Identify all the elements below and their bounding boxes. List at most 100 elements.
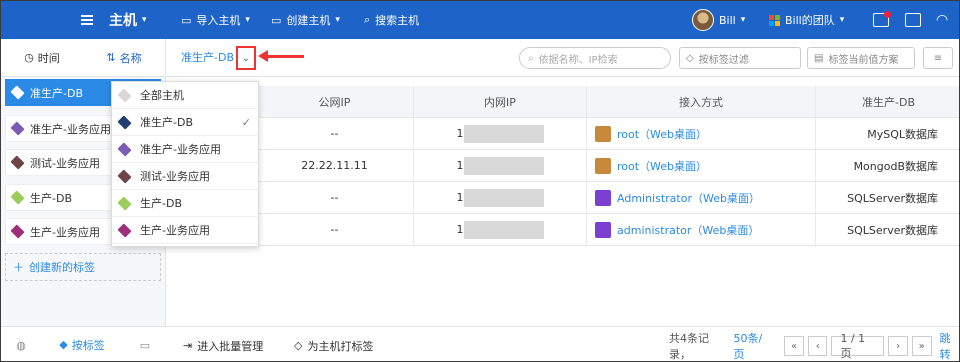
access-method-header: 接入方式	[587, 86, 816, 117]
tag-host-button[interactable]: ◇ 为主机打标签	[294, 327, 374, 361]
dropdown-item[interactable]: 测试-业务应用	[112, 163, 258, 190]
prev-page-button[interactable]: ‹	[807, 336, 828, 356]
tag-host-label: 为主机打标签	[307, 339, 374, 353]
tag-icon	[10, 121, 25, 136]
access-method-cell[interactable]: root（Web桌面）	[587, 118, 816, 149]
user-name: Bill	[719, 13, 736, 27]
import-host-label: 导入主机	[196, 14, 241, 27]
tag-filter-select[interactable]: ◇ 按标签过滤	[679, 47, 801, 69]
table-icon: ▤	[814, 52, 824, 64]
top-navigation-bar: 主机 ▾ ▭ 导入主机 ▾ ▭ 创建主机 ▾ ⌕ 搜索主机 Bill ▾ Bil…	[1, 1, 959, 39]
last-page-button[interactable]: »	[911, 336, 932, 356]
access-method-cell[interactable]: Administrator（Web桌面）	[587, 182, 816, 213]
current-tag-filter[interactable]: 准生产-DB	[181, 49, 234, 65]
sort-by-name[interactable]: ⇅ 名称	[83, 39, 165, 76]
tab-globe[interactable]: ◍	[1, 327, 41, 361]
redacted-area	[463, 156, 544, 175]
access-method-cell[interactable]: administrator（Web桌面）	[587, 214, 816, 245]
create-new-tag-label: 创建新的标签	[29, 261, 95, 274]
public-ip-cell: --	[256, 214, 414, 245]
clock-icon: ◷	[24, 51, 34, 64]
create-host-label: 创建主机	[286, 14, 331, 27]
sort-bar: ◷ 时间 ⇅ 名称	[1, 39, 165, 77]
column-settings-button[interactable]: ≡	[923, 47, 953, 69]
dropdown-item-label: 准生产-业务应用	[140, 143, 221, 156]
sidebar-tag-label: 生产-DB	[30, 191, 72, 205]
check-icon: ✓	[241, 115, 251, 129]
redacted-area	[463, 188, 544, 207]
table-row[interactable]: -- 1 Administrator（Web桌面） SQLServer数据库	[166, 182, 959, 214]
dropdown-item[interactable]: 准生产-业务应用	[112, 136, 258, 163]
tasks-button[interactable]	[905, 1, 921, 39]
team-menu[interactable]: Bill的团队 ▾	[769, 1, 844, 39]
access-label: administrator（Web桌面）	[617, 223, 760, 237]
tag-icon	[117, 222, 132, 238]
table-row[interactable]: 22.22.11.11 1 root（Web桌面） MongodB数据库	[166, 150, 959, 182]
brand-title[interactable]: 主机 ▾	[109, 1, 147, 39]
tag-icon	[10, 224, 25, 239]
support-button[interactable]: ◠	[936, 1, 948, 39]
tag-value-header: 准生产-DB	[862, 95, 915, 109]
access-label: Administrator（Web桌面）	[617, 191, 760, 205]
tab-by-tag-label: 按标签	[71, 338, 105, 352]
sidebar-tag-label: 准生产-业务应用	[30, 122, 111, 136]
menu-button[interactable]	[81, 1, 93, 39]
dropdown-item[interactable]: 准生产-DB ✓	[112, 109, 258, 136]
tag-scheme-select[interactable]: ▤ 标签当前值方案	[807, 47, 915, 69]
record-count: 共4条记录，	[669, 332, 709, 361]
sidebar-tag-label: 生产-业务应用	[30, 225, 100, 239]
team-name: Bill的团队	[785, 14, 835, 27]
dropdown-item[interactable]: 生产-DB	[112, 190, 258, 217]
dropdown-item-label: 测试-业务应用	[140, 170, 210, 183]
access-link[interactable]: Administrator（Web桌面）	[595, 189, 760, 206]
chevron-down-icon: ⌄	[241, 52, 251, 64]
tag-filter-placeholder: 按标签过滤	[698, 54, 749, 66]
monitor-plus-icon: ▭	[271, 13, 282, 27]
dropdown-item-label: 准生产-DB	[140, 116, 193, 129]
avatar	[692, 9, 714, 31]
create-host-button[interactable]: ▭ 创建主机 ▾	[271, 1, 340, 39]
search-host-button[interactable]: ⌕ 搜索主机	[364, 1, 419, 39]
dropdown-item[interactable]: 生产-业务应用	[112, 217, 258, 244]
tag-icon	[10, 155, 25, 170]
web-desktop-icon	[595, 189, 611, 206]
access-link[interactable]: administrator（Web桌面）	[595, 221, 760, 238]
next-page-button[interactable]: ›	[888, 336, 908, 356]
double-chevron-right-icon: »	[918, 340, 925, 352]
search-input[interactable]: ⌕ 依据名称、IP检索	[519, 47, 671, 69]
page-size-select[interactable]: 50条/页	[734, 330, 773, 361]
access-method-cell[interactable]: root（Web桌面）	[587, 150, 816, 181]
access-link[interactable]: root（Web桌面）	[595, 157, 707, 174]
dropdown-item-label: 生产-DB	[140, 197, 182, 210]
sort-by-time[interactable]: ◷ 时间	[1, 39, 83, 76]
tab-by-tag[interactable]: ◆ 按标签	[41, 327, 123, 361]
table-row[interactable]: -- 1 administrator（Web桌面） SQLServer数据库	[166, 214, 959, 246]
tag-icon	[117, 141, 132, 157]
create-new-tag-button[interactable]: ＋ 创建新的标签	[5, 253, 161, 281]
sidebar-tag-label: 测试-业务应用	[30, 156, 100, 170]
page-indicator[interactable]: 1 / 1页	[831, 332, 885, 360]
batch-manage-label: 进入批量管理	[197, 339, 264, 353]
tag-icon	[117, 195, 132, 211]
host-toolbar: 准生产-DB ⌄ ⌕ 依据名称、IP检索 ◇ 按标签过滤 ▤ 标签当前值方案 ≡	[166, 39, 959, 77]
sidebar-tag-label: 准生产-DB	[30, 86, 83, 100]
chevron-down-icon: ▾	[142, 15, 147, 25]
host-table: ↑ 公网IP 内网IP 接入方式 准生产-DB -- 1 root（Web桌面）…	[166, 86, 959, 246]
import-host-button[interactable]: ▭ 导入主机 ▾	[181, 1, 250, 39]
search-placeholder: 依据名称、IP检索	[538, 54, 618, 66]
jump-button[interactable]: 跳转	[940, 330, 959, 361]
tab-folder[interactable]: ▭	[123, 327, 167, 361]
dropdown-item[interactable]: 全部主机	[112, 82, 258, 109]
user-menu[interactable]: Bill ▾	[692, 1, 745, 39]
private-ip-cell: 1	[414, 182, 587, 213]
chevron-left-icon: ‹	[815, 340, 820, 352]
access-link[interactable]: root（Web桌面）	[595, 125, 707, 142]
first-page-button[interactable]: «	[784, 336, 804, 356]
pagination: 共4条记录， 50条/页 « ‹ 1 / 1页 › » 跳转	[669, 332, 959, 362]
private-ip-value: 1	[456, 223, 464, 236]
batch-manage-button[interactable]: ⇥ 进入批量管理	[183, 327, 264, 361]
messages-button[interactable]	[873, 1, 891, 39]
tag-dropdown-button[interactable]: ⌄	[236, 46, 256, 70]
hamburger-icon	[81, 13, 93, 27]
table-row[interactable]: -- 1 root（Web桌面） MySQL数据库	[166, 118, 959, 150]
